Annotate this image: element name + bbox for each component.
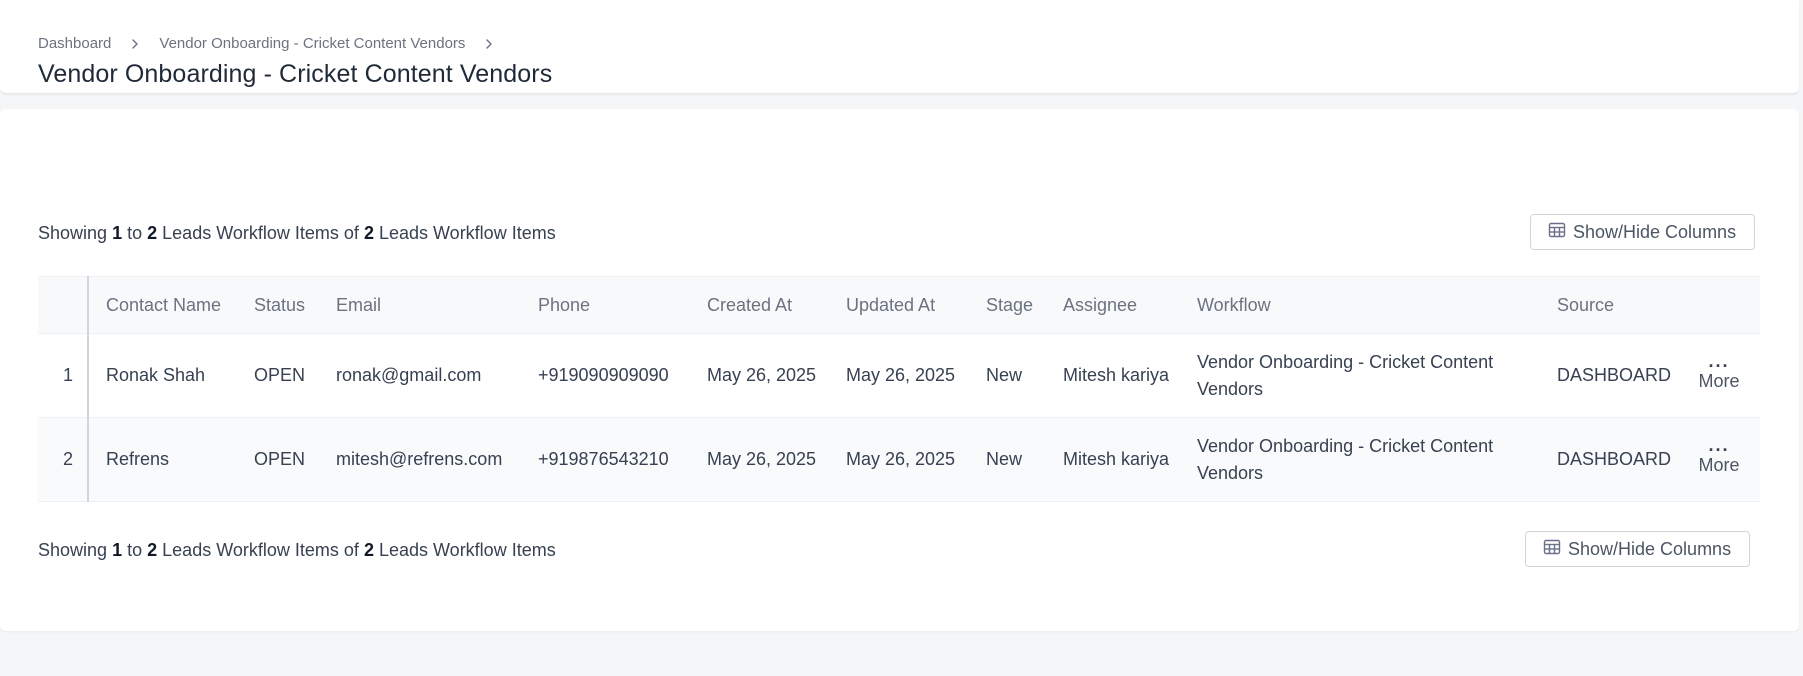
breadcrumb: Dashboard Vendor Onboarding - Cricket Co… xyxy=(38,35,513,52)
page-title: Vendor Onboarding - Cricket Content Vend… xyxy=(38,60,553,88)
row-index: 1 xyxy=(38,333,89,418)
breadcrumb-item-workflow[interactable]: Vendor Onboarding - Cricket Content Vend… xyxy=(159,35,465,52)
ellipsis-icon: ··· xyxy=(1708,355,1730,376)
breadcrumb-item-dashboard[interactable]: Dashboard xyxy=(38,35,111,52)
show-hide-columns-label: Show/Hide Columns xyxy=(1568,538,1732,559)
cell-stage: New xyxy=(969,417,1046,502)
summary-entity: Leads Workflow Items xyxy=(162,540,339,560)
more-label: More xyxy=(1698,454,1740,475)
more-button[interactable]: ··· More xyxy=(1696,439,1742,475)
show-hide-columns-button[interactable]: Show/Hide Columns xyxy=(1530,214,1756,250)
cell-assignee: Mitesh kariya xyxy=(1046,333,1180,418)
header-assignee[interactable]: Assignee xyxy=(1046,276,1180,334)
table-row[interactable]: 2 Refrens OPEN mitesh@refrens.com +91987… xyxy=(38,417,1760,502)
cell-updated-at: May 26, 2025 xyxy=(829,417,969,502)
summary-of-word: of xyxy=(343,223,359,243)
summary-to-word: to xyxy=(127,540,143,560)
page-header: Dashboard Vendor Onboarding - Cricket Co… xyxy=(0,0,1799,94)
summary-entity: Leads Workflow Items xyxy=(162,223,339,243)
cell-phone: +919090909090 xyxy=(521,333,690,418)
cell-actions: ··· More xyxy=(1679,333,1760,418)
table-row[interactable]: 1 Ronak Shah OPEN ronak@gmail.com +91909… xyxy=(38,333,1760,418)
header-updated-at[interactable]: Updated At xyxy=(829,276,969,334)
cell-created-at: May 26, 2025 xyxy=(690,417,829,502)
header-actions xyxy=(1679,276,1760,334)
cell-contact-name[interactable]: Ronak Shah xyxy=(88,333,237,418)
header-contact-name[interactable]: Contact Name xyxy=(88,276,237,334)
header-status[interactable]: Status xyxy=(237,276,319,334)
header-workflow[interactable]: Workflow xyxy=(1180,276,1540,334)
table-columns-icon xyxy=(1547,220,1573,245)
summary-total: 2 xyxy=(363,223,374,243)
pagination-summary-top: Showing 1 to 2 Leads Workflow Items of 2… xyxy=(38,223,556,244)
leads-table: Contact Name Status Email Phone Created … xyxy=(38,276,1760,502)
chevron-right-icon xyxy=(129,38,141,50)
cell-workflow: Vendor Onboarding - Cricket Content Vend… xyxy=(1180,417,1540,502)
cell-status: OPEN xyxy=(237,333,319,418)
cell-workflow: Vendor Onboarding - Cricket Content Vend… xyxy=(1180,333,1540,418)
cell-updated-at: May 26, 2025 xyxy=(829,333,969,418)
cell-status: OPEN xyxy=(237,417,319,502)
chevron-right-icon xyxy=(483,38,495,50)
header-email[interactable]: Email xyxy=(319,276,521,334)
summary-to: 2 xyxy=(147,540,158,560)
more-button[interactable]: ··· More xyxy=(1696,355,1742,391)
more-label: More xyxy=(1698,370,1740,391)
header-index xyxy=(38,276,89,334)
summary-prefix: Showing xyxy=(38,223,108,243)
cell-phone: +919876543210 xyxy=(521,417,690,502)
summary-total: 2 xyxy=(363,540,374,560)
cell-assignee: Mitesh kariya xyxy=(1046,417,1180,502)
cell-email: mitesh@refrens.com xyxy=(319,417,521,502)
header-stage[interactable]: Stage xyxy=(969,276,1046,334)
cell-source: DASHBOARD xyxy=(1540,417,1679,502)
cell-email: ronak@gmail.com xyxy=(319,333,521,418)
table-columns-icon xyxy=(1542,537,1568,562)
summary-prefix: Showing xyxy=(38,540,108,560)
header-created-at[interactable]: Created At xyxy=(690,276,829,334)
row-index: 2 xyxy=(38,417,89,502)
leads-panel: Showing 1 to 2 Leads Workflow Items of 2… xyxy=(0,109,1799,631)
pagination-summary-bottom: Showing 1 to 2 Leads Workflow Items of 2… xyxy=(38,540,556,561)
header-phone[interactable]: Phone xyxy=(521,276,690,334)
ellipsis-icon: ··· xyxy=(1708,439,1730,460)
header-source[interactable]: Source xyxy=(1540,276,1679,334)
cell-contact-name[interactable]: Refrens xyxy=(88,417,237,502)
cell-stage: New xyxy=(969,333,1046,418)
summary-from: 1 xyxy=(112,540,123,560)
summary-of-word: of xyxy=(343,540,359,560)
summary-entity-end: Leads Workflow Items xyxy=(378,223,556,243)
show-hide-columns-button-bottom[interactable]: Show/Hide Columns xyxy=(1525,531,1751,567)
cell-source: DASHBOARD xyxy=(1540,333,1679,418)
summary-from: 1 xyxy=(112,223,123,243)
table-header-row: Contact Name Status Email Phone Created … xyxy=(38,276,1760,334)
summary-to: 2 xyxy=(147,223,158,243)
cell-actions: ··· More xyxy=(1679,417,1760,502)
show-hide-columns-label: Show/Hide Columns xyxy=(1573,221,1737,242)
summary-to-word: to xyxy=(127,223,143,243)
cell-created-at: May 26, 2025 xyxy=(690,333,829,418)
summary-entity-end: Leads Workflow Items xyxy=(378,540,556,560)
